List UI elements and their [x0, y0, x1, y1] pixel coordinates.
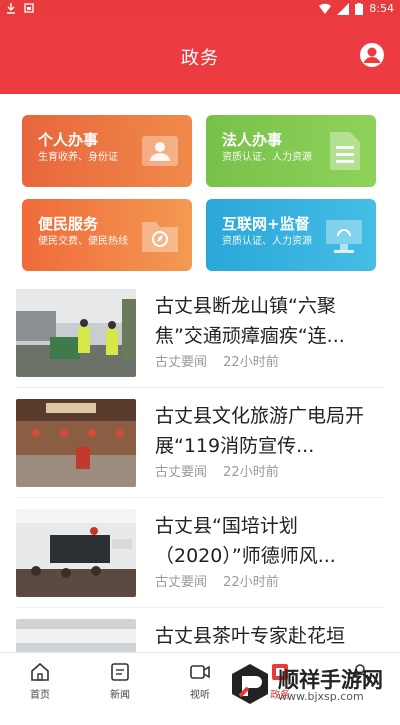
- news-thumbnail: [16, 509, 136, 597]
- news-title: 古丈县文化旅游广电局开展“119消防宣传...: [155, 405, 365, 457]
- service-cards: 个人办事 生育收养、身份证 法人办事 资质认证、人力资源 便民服务 便民交费、便…: [22, 115, 376, 273]
- watermark-url: www.bjxsp.com: [278, 690, 364, 703]
- news-time: 22小时前: [223, 465, 279, 480]
- tab-label: 首页: [30, 690, 50, 701]
- news-source: 古丈要闻: [155, 575, 208, 590]
- news-source: 古丈要闻: [155, 355, 208, 370]
- card-title: 便民服务: [38, 215, 99, 233]
- news-source: 古丈要闻: [155, 465, 208, 480]
- card-convenience-services[interactable]: 便民服务 便民交费、便民热线: [22, 199, 192, 271]
- tab-home[interactable]: 首页: [10, 661, 70, 701]
- news-title: 古丈县“国培计划（2020）”师德师风...: [155, 515, 336, 567]
- tab-label: 新闻: [110, 690, 130, 701]
- news-meta: 古丈要闻 22小时前: [155, 461, 291, 480]
- news-title: 古丈县断龙山镇“六聚焦”交通顽瘴痼疾“连...: [155, 295, 345, 347]
- gallery-icon: [24, 3, 34, 13]
- card-subtitle: 资质认证、人力资源: [222, 236, 312, 247]
- tab-news[interactable]: 新闻: [90, 661, 150, 701]
- news-time: 22小时前: [223, 575, 279, 590]
- card-internet-supervision[interactable]: 互联网+监督 资质认证、人力资源: [206, 199, 376, 271]
- news-meta: 古丈要闻 22小时前: [155, 571, 291, 590]
- battery-icon: [355, 2, 364, 15]
- list-item[interactable]: 古丈县“国培计划（2020）”师德师风... 古丈要闻 22小时前: [0, 505, 400, 615]
- card-subtitle: 资质认证、人力资源: [222, 152, 312, 163]
- site-watermark: 顺祥手游网 www.bjxsp.com: [226, 660, 396, 708]
- news-icon: [111, 663, 129, 681]
- folder-icon: [142, 222, 178, 252]
- signal-icon: [337, 2, 350, 15]
- news-time: 22小时前: [223, 355, 279, 370]
- divider: [16, 497, 384, 498]
- card-title: 法人办事: [222, 131, 283, 149]
- card-personal-affairs[interactable]: 个人办事 生育收养、身份证: [22, 115, 192, 187]
- tab-video[interactable]: 视听: [170, 661, 230, 701]
- wifi-icon: [319, 3, 332, 14]
- card-title: 个人办事: [38, 131, 99, 149]
- download-icon: [7, 3, 15, 14]
- card-legal-affairs[interactable]: 法人办事 资质认证、人力资源: [206, 115, 376, 187]
- card-title: 互联网+监督: [222, 215, 310, 233]
- status-time: 8:54: [369, 2, 394, 15]
- monitor-icon: [326, 220, 362, 253]
- video-icon: [190, 665, 210, 679]
- card-subtitle: 便民交费、便民热线: [38, 236, 128, 247]
- home-icon: [31, 662, 49, 681]
- news-thumbnail: [16, 289, 136, 377]
- document-icon: [330, 132, 360, 170]
- watermark-logo-icon: [232, 664, 268, 704]
- list-item[interactable]: 古丈县文化旅游广电局开展“119消防宣传... 古丈要闻 22小时前: [0, 395, 400, 505]
- list-item[interactable]: 古丈县断龙山镇“六聚焦”交通顽瘴痼疾“连... 古丈要闻 22小时前: [0, 285, 400, 395]
- news-thumbnail: [16, 399, 136, 487]
- app-header: 政务: [0, 18, 400, 94]
- divider: [16, 607, 384, 608]
- user-avatar-icon[interactable]: [359, 42, 385, 68]
- news-meta: 古丈要闻 22小时前: [155, 351, 291, 370]
- tab-label: 视听: [190, 690, 210, 701]
- status-bar: 8:54: [0, 0, 400, 18]
- divider: [16, 387, 384, 388]
- page-title: 政务: [181, 48, 219, 69]
- card-subtitle: 生育收养、身份证: [38, 152, 118, 163]
- id-card-icon: [142, 136, 178, 166]
